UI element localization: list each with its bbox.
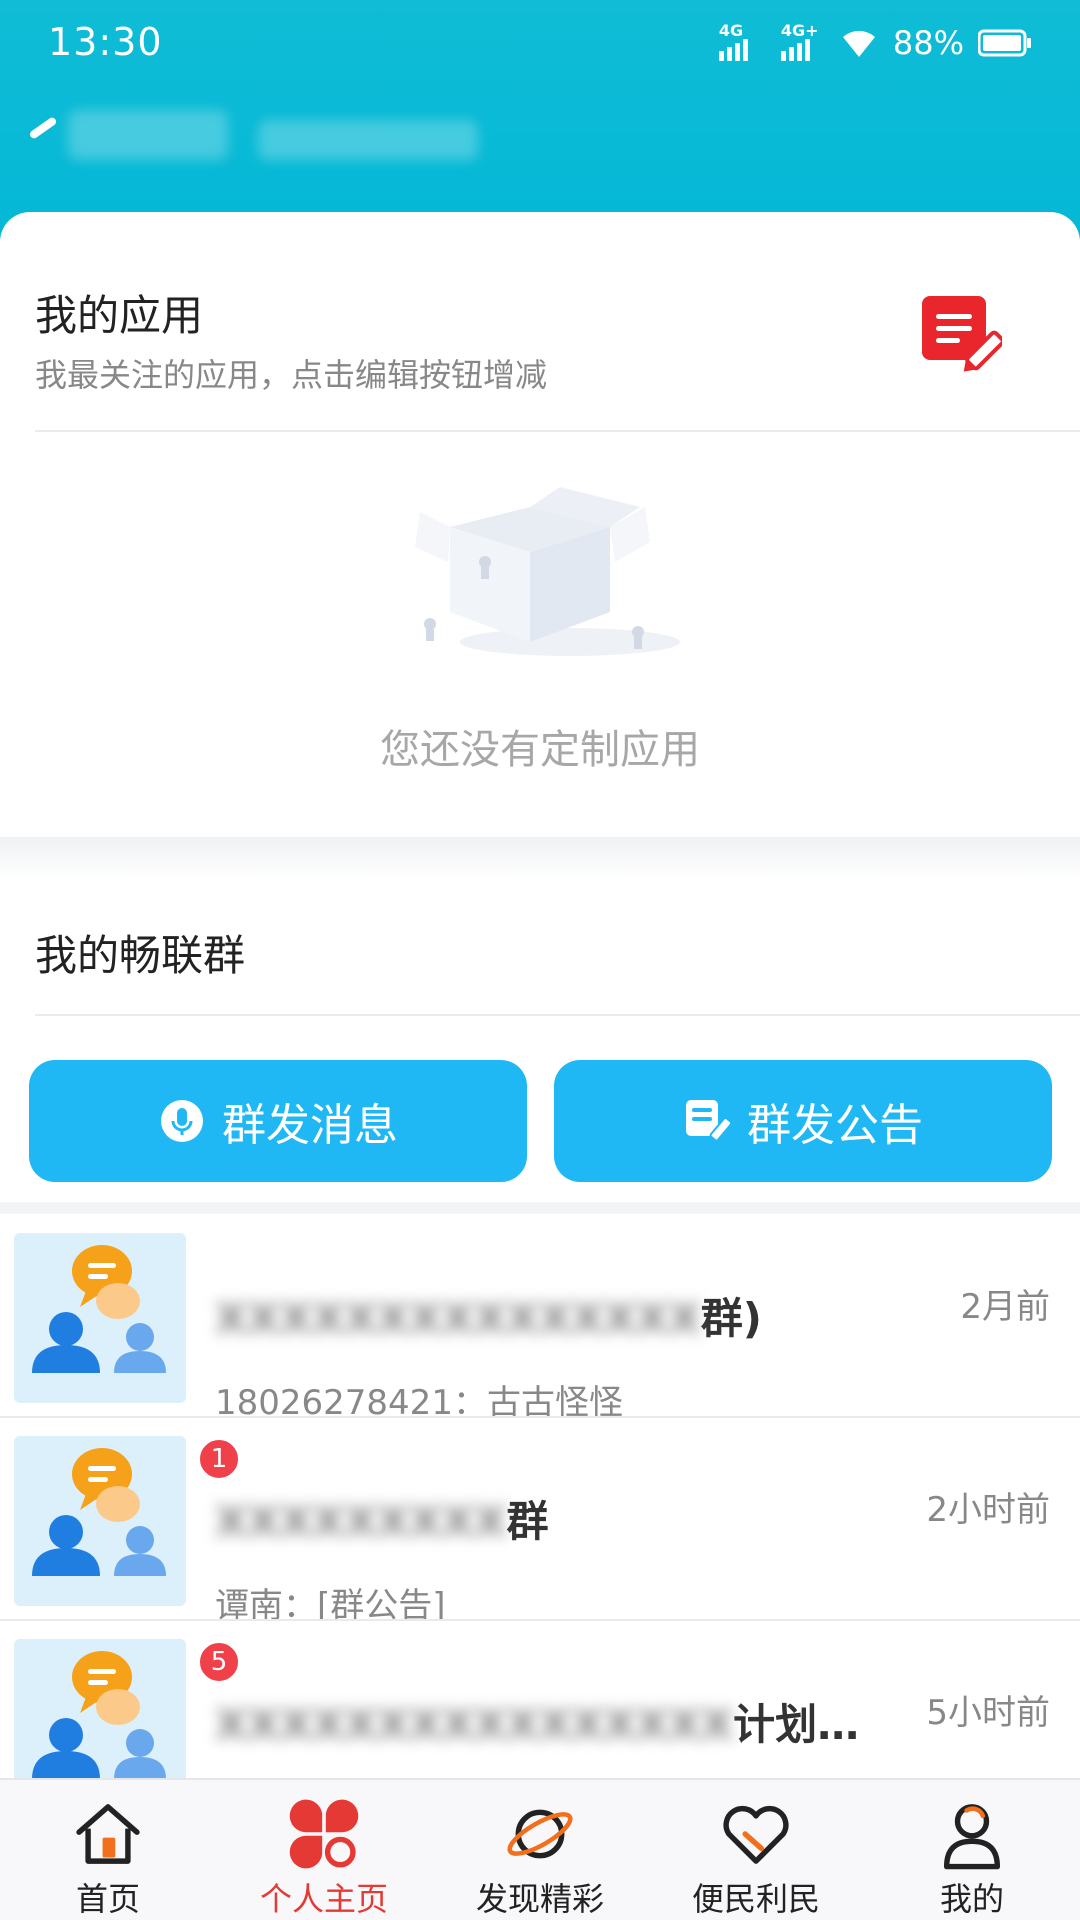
notice-edit-icon: [683, 1097, 731, 1145]
status-icons: 4G 4G+ 88%: [718, 21, 1032, 62]
battery-icon: [978, 29, 1032, 57]
group-time: 5小时前: [926, 1693, 1050, 1733]
planet-icon: [507, 1809, 573, 1859]
bottom-tab-bar: 首页 个人主页 发现精彩 便民利民 我的: [0, 1778, 1080, 1920]
empty-box-illustration: [410, 467, 710, 667]
user-icon: [943, 1804, 1001, 1870]
broadcast-notice-button[interactable]: 群发公告: [554, 1060, 1052, 1182]
group-list-item[interactable]: 5 XXXXXXXXXXXXXXXX计划… 5小时前: [0, 1621, 1080, 1781]
tab-label: 发现精彩: [475, 1880, 604, 1918]
clover-icon: [289, 1799, 359, 1869]
divider: [35, 430, 1080, 432]
battery-percent: 88%: [892, 24, 964, 62]
edit-apps-button[interactable]: [920, 294, 1005, 376]
tab-public-service[interactable]: 便民利民: [648, 1780, 864, 1920]
unread-badge: 5: [198, 1641, 240, 1683]
group-name: XXXXXXXXXXXXXXXX计划…: [215, 1700, 860, 1749]
section-gap: [0, 837, 1080, 879]
apps-title: 我的应用: [35, 291, 204, 340]
unread-badge: 1: [198, 1438, 240, 1480]
signal-icon: 4G: [718, 21, 759, 61]
group-chat-icon: [14, 1233, 186, 1403]
group-list-item[interactable]: 1 XXXXXXXXX群 2小时前 谭南：[群公告]: [0, 1418, 1080, 1626]
tab-home[interactable]: 首页: [0, 1780, 216, 1920]
my-apps-section: 我的应用 我最关注的应用，点击编辑按钮增减 您还没有定制应用: [0, 212, 1080, 837]
broadcast-message-label: 群发消息: [222, 1100, 398, 1151]
tab-label: 便民利民: [691, 1880, 820, 1918]
tab-discover[interactable]: 发现精彩: [432, 1780, 648, 1920]
status-time: 13:30: [48, 20, 163, 64]
group-time: 2月前: [960, 1287, 1050, 1327]
tab-mine[interactable]: 我的: [864, 1780, 1080, 1920]
group-chat-icon: [14, 1639, 186, 1781]
header: 13:30 4G 4G+ 88%: [0, 0, 1080, 240]
empty-state-text: 您还没有定制应用: [380, 727, 700, 773]
tab-label: 个人主页: [259, 1880, 388, 1918]
wifi-icon: [839, 27, 879, 59]
group-list-item[interactable]: XXXXXXXXXXXXXXX群) 2月前 18026278421：古古怪怪: [0, 1215, 1080, 1423]
app-root: 13:30 4G 4G+ 88% 我的应用 我最关注的应用，点击编辑按钮增减 您…: [0, 0, 1080, 1920]
network-type-label: 4G: [718, 21, 744, 40]
groups-title: 我的畅联群: [35, 931, 246, 980]
list-gap: [0, 1202, 1080, 1214]
main-card: 我的应用 我最关注的应用，点击编辑按钮增减 您还没有定制应用 我的畅联群 群发消…: [0, 212, 1080, 1782]
tab-label: 首页: [75, 1880, 140, 1918]
tab-label: 我的: [939, 1880, 1004, 1918]
signal-icon-2: 4G+: [780, 21, 825, 61]
broadcast-message-button[interactable]: 群发消息: [29, 1060, 527, 1182]
divider: [35, 1014, 1080, 1016]
status-bar: 13:30 4G 4G+ 88%: [0, 0, 1080, 90]
heart-icon: [723, 1805, 789, 1864]
microphone-icon: [158, 1097, 206, 1145]
apps-subtitle: 我最关注的应用，点击编辑按钮增减: [35, 356, 548, 394]
home-icon: [76, 1804, 140, 1864]
edit-note-icon: [922, 296, 1005, 372]
group-time: 2小时前: [926, 1490, 1050, 1530]
group-name: XXXXXXXXX群: [215, 1497, 549, 1546]
network-type-label-2: 4G+: [780, 21, 819, 40]
broadcast-notice-label: 群发公告: [747, 1100, 923, 1151]
group-name: XXXXXXXXXXXXXXX群): [215, 1294, 762, 1343]
header-title-redacted: [28, 110, 528, 170]
group-chat-icon: [14, 1436, 186, 1606]
tab-personal-home[interactable]: 个人主页: [216, 1780, 432, 1920]
